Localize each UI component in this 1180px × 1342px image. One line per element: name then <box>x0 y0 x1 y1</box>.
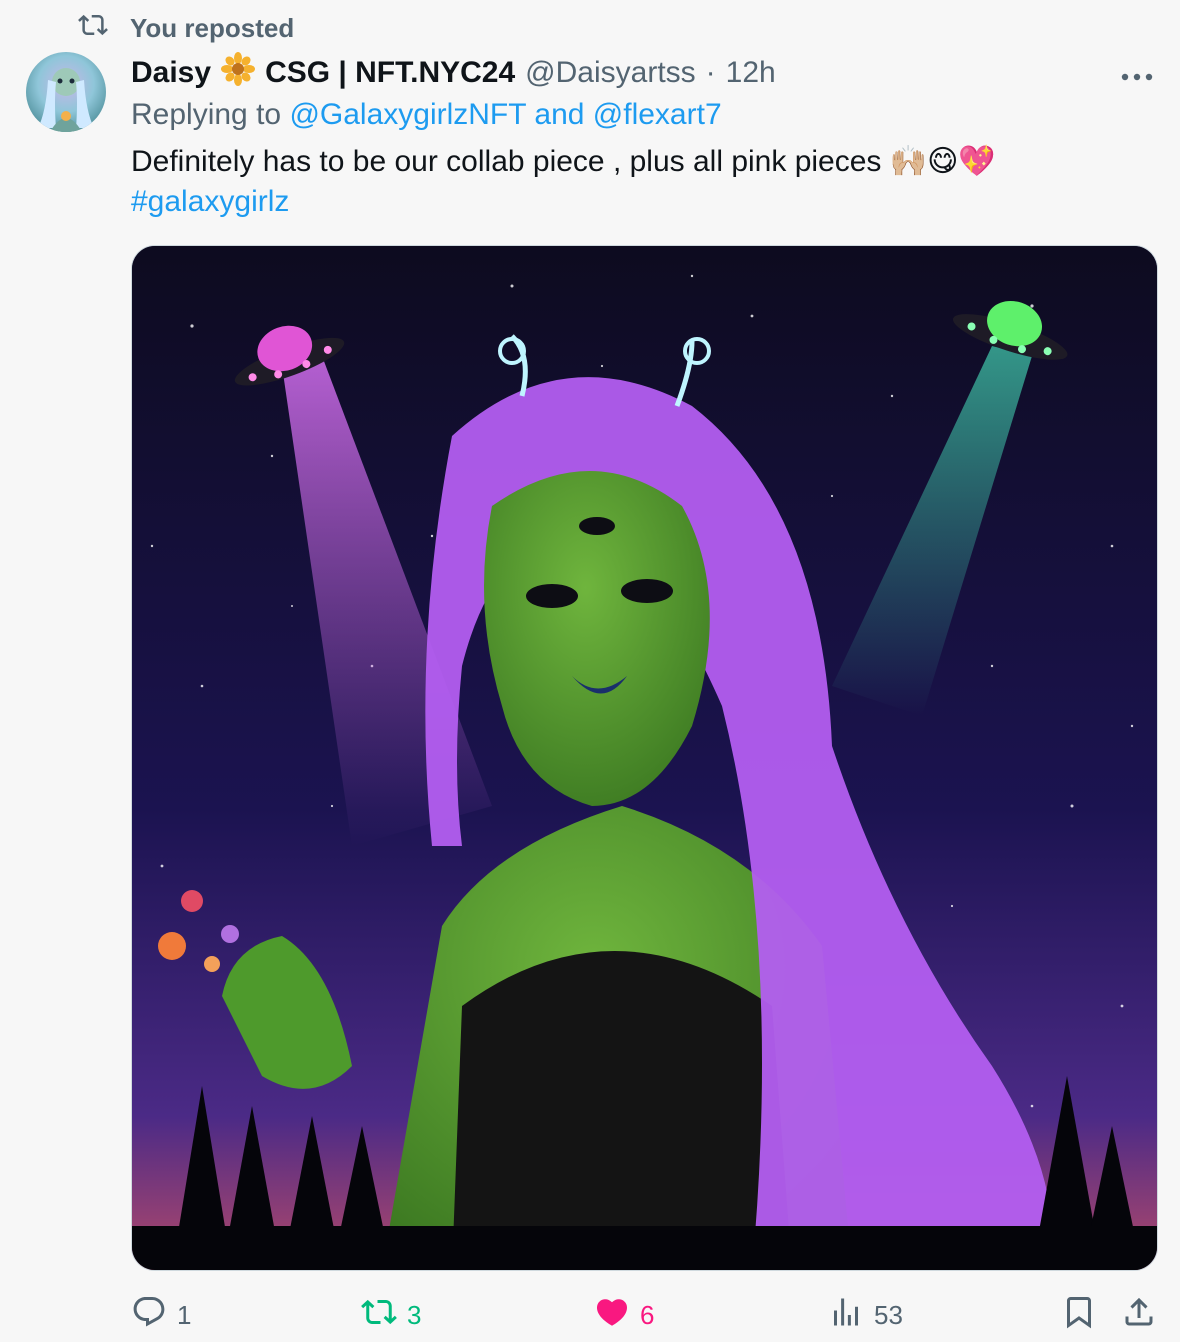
like-button[interactable]: 6 <box>594 1294 654 1337</box>
avatar[interactable] <box>26 52 106 132</box>
heart-icon <box>594 1294 630 1337</box>
reply-mention-galaxygirlz[interactable]: @GalaxygirlzNFT <box>289 98 526 131</box>
tweet-actions: 1 3 6 53 <box>131 1294 1161 1338</box>
flower-badge-icon <box>221 52 256 94</box>
repost-indicator[interactable]: You reposted <box>78 10 294 47</box>
tweet-text: Definitely has to be our collab piece , … <box>131 142 1151 222</box>
replying-prefix: Replying to <box>131 98 282 131</box>
views-icon <box>828 1294 864 1337</box>
repost-icon <box>78 10 108 47</box>
reply-count: 1 <box>177 1300 192 1330</box>
bookmark-button[interactable] <box>1061 1294 1097 1337</box>
repost-label: You reposted <box>130 13 295 43</box>
reply-button[interactable]: 1 <box>131 1294 191 1337</box>
hashtag-link[interactable]: #galaxygirlz <box>131 182 1151 222</box>
view-count: 53 <box>874 1300 903 1330</box>
name-suffix[interactable]: CSG | NFT.NYC24 <box>265 56 515 90</box>
separator: · <box>705 56 716 89</box>
like-count: 6 <box>640 1300 655 1330</box>
reply-icon <box>131 1294 167 1337</box>
display-name[interactable]: Daisy <box>131 56 211 90</box>
repost-icon <box>361 1294 397 1337</box>
share-button[interactable] <box>1121 1294 1157 1337</box>
reply-mention-flexart7[interactable]: @flexart7 <box>593 98 722 131</box>
tweet-body: Definitely has to be our collab piece , … <box>131 145 996 178</box>
bookmark-icon <box>1061 1294 1097 1337</box>
tweet-header: Daisy CSG | NFT.NYC24 @Daisyartss · 12h <box>131 52 1160 94</box>
repost-button[interactable]: 3 <box>361 1294 421 1337</box>
timestamp[interactable]: 12h <box>726 56 776 90</box>
views-button[interactable]: 53 <box>828 1294 903 1337</box>
share-icon <box>1121 1294 1157 1337</box>
repost-count: 3 <box>407 1300 422 1330</box>
replying-to: Replying to @GalaxygirlzNFT and @flexart… <box>131 98 722 132</box>
reply-and: and <box>534 98 585 131</box>
more-icon[interactable] <box>1120 56 1154 90</box>
tweet-media-image[interactable] <box>131 245 1158 1271</box>
handle[interactable]: @Daisyartss <box>525 56 695 90</box>
